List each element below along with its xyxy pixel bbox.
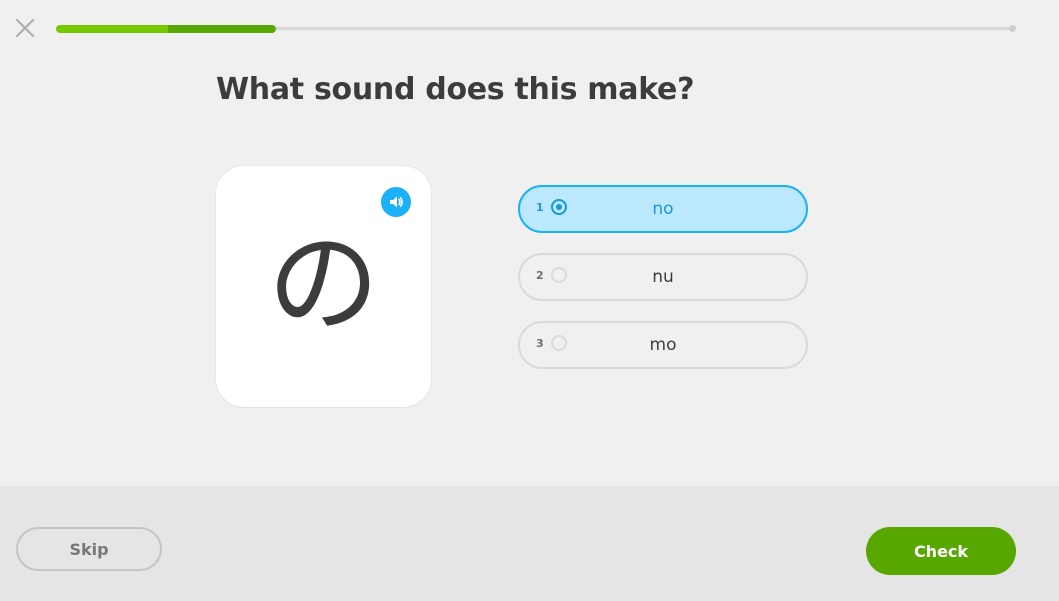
choice-label: nu bbox=[652, 267, 674, 287]
answer-choices: 1 no 2 nu 3 mo bbox=[518, 185, 808, 389]
character-card: の bbox=[216, 166, 431, 407]
choice-label: mo bbox=[649, 335, 677, 355]
close-icon bbox=[15, 18, 35, 38]
close-button[interactable] bbox=[14, 17, 36, 39]
choice-option-3[interactable]: 3 mo bbox=[518, 321, 808, 369]
skip-button[interactable]: Skip bbox=[16, 527, 162, 571]
prompt-title: What sound does this make? bbox=[216, 72, 695, 107]
kana-character: の bbox=[267, 219, 380, 349]
speaker-icon bbox=[390, 196, 403, 208]
progress-end-marker bbox=[1009, 25, 1016, 32]
progress-fill bbox=[56, 25, 276, 33]
choice-option-2[interactable]: 2 nu bbox=[518, 253, 808, 301]
footer-bar: Skip Check bbox=[0, 486, 1059, 601]
play-audio-button[interactable] bbox=[381, 187, 411, 217]
choice-option-1[interactable]: 1 no bbox=[518, 185, 808, 233]
check-button[interactable]: Check bbox=[866, 527, 1016, 575]
choice-label: no bbox=[652, 199, 674, 219]
